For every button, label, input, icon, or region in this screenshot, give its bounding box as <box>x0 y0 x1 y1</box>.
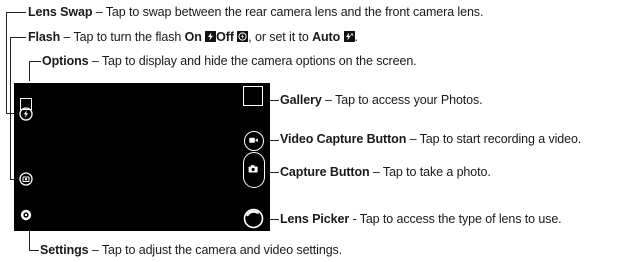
options-leader-v <box>29 61 30 81</box>
video-capture-annotation: Video Capture Button – Tap to start reco… <box>280 132 581 147</box>
flash-desc-2: , or set it to <box>248 30 313 44</box>
lens-swap-leader-v <box>6 12 7 114</box>
options-annotation: Options – Tap to display and hide the ca… <box>42 54 417 69</box>
flash-title: Flash <box>28 30 61 44</box>
gallery-annotation: Gallery – Tap to access your Photos. <box>280 93 483 108</box>
settings-title: Settings <box>40 243 89 257</box>
flash-off-icon <box>237 31 249 42</box>
video-capture-desc: – Tap to start recording a video. <box>406 132 582 146</box>
lens-picker-title: Lens Picker <box>280 212 350 226</box>
flash-end: . <box>354 30 358 44</box>
gallery-thumbnail[interactable] <box>243 86 263 106</box>
gallery-desc: – Tap to access your Photos. <box>321 93 483 107</box>
flash-on-label: On <box>184 30 202 44</box>
flash-off-label: Off <box>216 30 234 44</box>
flash-annotation: Flash – Tap to turn the flash On Off , o… <box>28 30 358 45</box>
settings-annotation: Settings – Tap to adjust the camera and … <box>40 243 342 258</box>
camera-icon[interactable] <box>243 152 265 188</box>
lens-swap-annotation: Lens Swap – Tap to swap between the rear… <box>28 5 483 20</box>
lens-picker-desc: - Tap to access the type of lens to use. <box>349 212 562 226</box>
video-camera-icon[interactable] <box>244 131 264 151</box>
settings-desc: – Tap to adjust the camera and video set… <box>88 243 343 257</box>
gallery-title: Gallery <box>280 93 322 107</box>
lens-swap-desc: – Tap to swap between the rear camera le… <box>92 5 484 19</box>
video-capture-title: Video Capture Button <box>280 132 407 146</box>
lens-picker-annotation: Lens Picker - Tap to access the type of … <box>280 212 562 227</box>
options-title: Options <box>42 54 89 68</box>
settings-leader-h <box>29 250 39 251</box>
flash-desc-1: – Tap to turn the flash <box>60 30 185 44</box>
capture-annotation: Capture Button – Tap to take a photo. <box>280 165 491 180</box>
flash-on-icon <box>205 31 217 42</box>
flash-icon[interactable] <box>19 172 33 186</box>
lens-swap-leader-h <box>6 12 26 13</box>
capture-desc: – Tap to take a photo. <box>369 165 491 179</box>
options-leader-h <box>29 61 41 62</box>
lens-picker-icon[interactable] <box>243 208 264 229</box>
camera-viewfinder <box>14 83 270 231</box>
flash-auto-label: Auto <box>312 30 341 44</box>
lens-swap-title: Lens Swap <box>28 5 93 19</box>
lens-swap-icon[interactable] <box>19 107 33 121</box>
flash-auto-icon: A <box>343 31 355 42</box>
gear-icon[interactable] <box>20 208 32 221</box>
flash-leader-h <box>10 37 26 38</box>
options-desc: – Tap to display and hide the camera opt… <box>88 54 417 68</box>
capture-title: Capture Button <box>280 165 370 179</box>
flash-leader-v <box>10 37 11 179</box>
